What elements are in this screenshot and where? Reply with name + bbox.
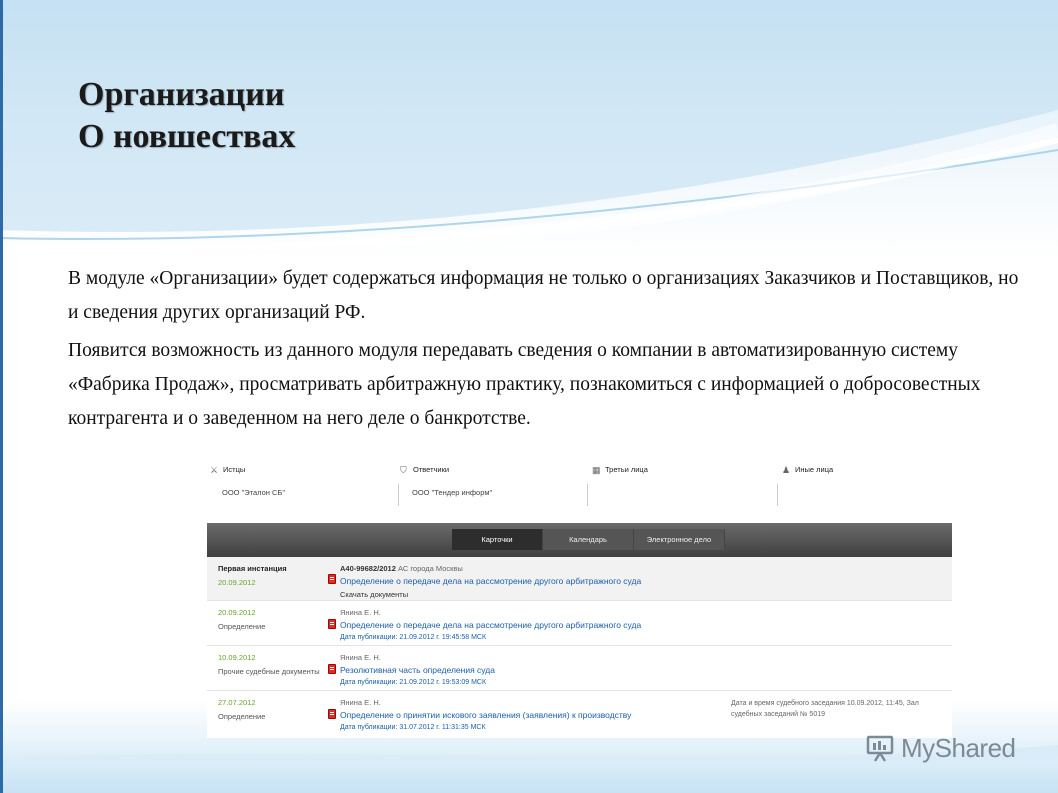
body-paragraph-1: В модуле «Организации» будет содержаться… [68,268,1019,323]
party-label: Иные лица [795,465,834,474]
watermark-text: MyShared [901,732,1016,763]
hearing-info: Дата и время судебного заседания 10.09.2… [731,700,919,718]
court-name: АС города Москвы [397,564,463,573]
document-link[interactable]: Определение о передаче дела на рассмотре… [340,620,740,630]
document-link[interactable]: Определение о принятии искового заявлени… [340,710,740,720]
publication-date[interactable]: Дата публикации: 21.09.2012 г. 19:53:09 … [340,679,740,686]
table-row: 27.07.2012 Определение Янина Е. Н. Опред… [207,691,952,737]
party-label: Третьи лица [605,465,648,474]
building-icon: ▦ [592,464,601,475]
title-line-1: Организации [78,76,285,113]
slide-body: В модуле «Организации» будет содержаться… [68,262,1028,440]
case-panel: Карточки Календарь Электронное дело Перв… [207,523,952,738]
document-link[interactable]: Резолютивная часть определения суда [340,665,740,675]
swords-icon: ⚔ [210,464,219,475]
shield-icon: ⛉ [400,464,407,475]
person-icon: ♟ [782,464,791,475]
party-plaintiffs: ⚔ Истцы ООО "Эталон СБ" [200,456,388,518]
row-date: 27.07.2012 [218,698,256,707]
pdf-icon[interactable] [328,574,336,584]
party-label: Ответчики [413,465,450,474]
row-date: 10.09.2012 [218,653,256,662]
party-third: ▦ Третьи лица [582,456,770,518]
party-value[interactable]: ООО "Эталон СБ" [222,488,285,497]
judge-name: Янина Е. Н. [340,698,381,707]
pdf-icon[interactable] [328,709,336,719]
watermark-logo: MyShared [865,729,1016,767]
table-row: 20.09.2012 Определение Янина Е. Н. Опред… [207,601,952,646]
case-parties: ⚔ Истцы ООО "Эталон СБ" ⛉ Ответчики ООО "Т… [200,456,952,518]
judge-name: Янина Е. Н. [340,653,381,662]
slide-title: Организации О новшествах [78,74,295,158]
row-type: Определение [218,622,266,631]
instance-label: Первая инстанция [218,564,287,573]
row-type: Определение [218,712,266,721]
party-defendants: ⛉ Ответчики ООО "Тендер информ" [390,456,578,518]
row-date: 20.09.2012 [218,608,256,617]
party-value[interactable]: ООО "Тендер информ" [412,488,492,497]
download-link[interactable]: Скачать документы [340,590,740,599]
table-row: 10.09.2012 Прочие судебные документы Яни… [207,646,952,691]
pdf-icon[interactable] [328,664,336,674]
document-link[interactable]: Определение о передаче дела на рассмотре… [340,576,740,586]
tabs: Карточки Календарь Электронное дело [452,529,725,550]
party-label: Истцы [223,465,246,474]
party-other: ♟ Иные лица [772,456,960,518]
case-number: А40-99682/2012 [340,564,396,573]
presentation-icon [866,735,894,762]
table-row: Первая инстанция 20.09.2012 А40-99682/20… [207,557,952,601]
publication-date[interactable]: Дата публикации: 21.09.2012 г. 19:45:58 … [340,634,740,641]
row-date: 20.09.2012 [218,578,256,587]
tab-electronic-case[interactable]: Электронное дело [634,529,725,550]
left-accent-bar [0,0,3,793]
pdf-icon[interactable] [328,619,336,629]
body-paragraph-2: Появится возможность из данного модуля п… [68,340,981,429]
title-line-2: О новшествах [78,118,296,155]
judge-name: Янина Е. Н. [340,608,381,617]
row-type: Прочие судебные документы [218,667,320,676]
tab-calendar[interactable]: Календарь [543,529,634,550]
publication-date[interactable]: Дата публикации: 31.07.2012 г. 11:31:35 … [340,724,740,731]
tab-cards[interactable]: Карточки [452,529,543,550]
tab-bar: Карточки Календарь Электронное дело [207,523,952,557]
